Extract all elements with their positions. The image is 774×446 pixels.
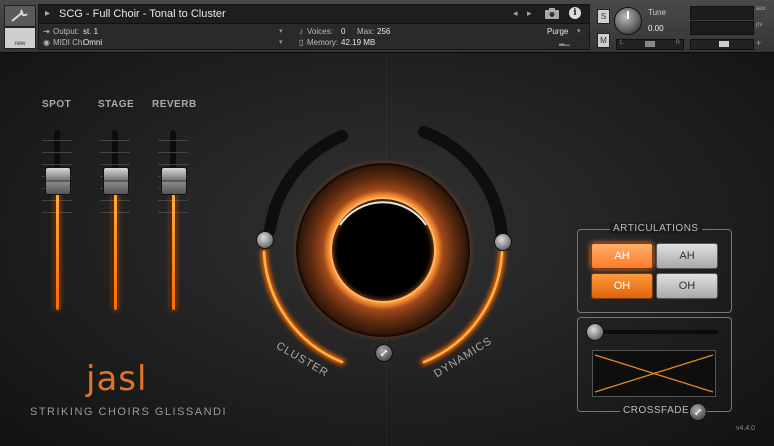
new-instrument-button[interactable]: new: [4, 27, 36, 49]
spot-label: SPOT: [42, 99, 72, 110]
memory-value: 42.19 MB: [341, 38, 376, 47]
crossfade-curve: [594, 354, 714, 393]
aux-label[interactable]: aux: [756, 6, 766, 12]
camera-icon[interactable]: [545, 8, 559, 19]
output-dropdown-icon[interactable]: ▾: [279, 27, 283, 35]
jasl-logo: jasl: [86, 359, 148, 399]
wrench-icon: [11, 9, 28, 22]
pan-slider[interactable]: L R: [616, 39, 684, 50]
midi-activity-icon: ▂▁: [559, 39, 570, 46]
cluster-dynamics-dial: [261, 126, 508, 365]
pan-left-label: L: [620, 40, 624, 46]
tune-value[interactable]: 0.00: [648, 24, 664, 33]
pv-label[interactable]: pv: [756, 22, 762, 28]
crossfade-slider-handle[interactable]: [586, 323, 604, 341]
fader-tick: [100, 140, 130, 141]
fader-fill: [56, 180, 59, 310]
max-label: Max:: [357, 27, 375, 36]
fader-tick: [100, 164, 130, 165]
output-label: Output:: [53, 27, 80, 36]
voices-label: Voices:: [307, 27, 333, 36]
next-instrument-icon[interactable]: ▸: [527, 8, 532, 19]
pan-right-label: R: [675, 40, 680, 46]
new-label: new: [14, 41, 26, 47]
fader-tick: [158, 140, 188, 141]
articulation-oh-2[interactable]: OH: [656, 273, 718, 299]
articulation-ah-2[interactable]: AH: [656, 243, 718, 269]
max-value[interactable]: 256: [377, 27, 390, 36]
midi-icon: ◉: [43, 38, 50, 47]
reverb-fader[interactable]: [158, 130, 188, 310]
volume-slider[interactable]: [690, 39, 754, 50]
midi-dropdown-icon[interactable]: ▾: [279, 38, 283, 46]
fader-fill: [114, 180, 117, 310]
midi-value[interactable]: Omni: [83, 38, 102, 47]
memory-label: Memory:: [307, 38, 339, 47]
collapse-caret-icon[interactable]: ▸: [45, 8, 50, 19]
crossfade-graph: [592, 350, 716, 397]
output-meter-right: [690, 21, 754, 35]
crossfade-link-icon[interactable]: [689, 403, 707, 421]
prev-instrument-icon[interactable]: ◂: [513, 8, 518, 19]
fader-tick: [100, 152, 130, 153]
info-icon[interactable]: i: [569, 7, 581, 19]
purge-button[interactable]: Purge: [547, 27, 568, 36]
voices-value: 0: [341, 27, 346, 36]
link-icon[interactable]: [375, 344, 393, 362]
articulation-oh-1[interactable]: OH: [591, 273, 653, 299]
dynamics-handle[interactable]: [494, 233, 512, 251]
midi-label: MIDI Ch:: [53, 38, 85, 47]
volume-handle[interactable]: [719, 41, 729, 47]
instrument-info-panel: ▸ SCG - Full Choir - Tonal to Cluster ◂ …: [38, 4, 590, 50]
pan-handle[interactable]: [645, 41, 655, 47]
output-value[interactable]: st. 1: [83, 27, 98, 36]
crossfade-title: CROSSFADE: [620, 405, 693, 416]
output-meter-left: [690, 6, 754, 20]
fader-handle[interactable]: [103, 167, 129, 195]
title-row: ▸ SCG - Full Choir - Tonal to Cluster ◂ …: [39, 5, 589, 24]
articulation-ah-1[interactable]: AH: [591, 243, 653, 269]
spot-fader[interactable]: [42, 130, 72, 310]
fader-fill: [172, 180, 175, 310]
fader-tick: [158, 152, 188, 153]
product-name: STRIKING CHOIRS GLISSANDI: [30, 406, 228, 418]
chain-link-icon: [694, 408, 702, 416]
stage-fader[interactable]: [100, 130, 130, 310]
instrument-header: new ▸ SCG - Full Choir - Tonal to Cluste…: [0, 0, 774, 53]
fader-tick: [42, 152, 72, 153]
fader-tick: [42, 164, 72, 165]
chain-link-icon: [380, 349, 388, 357]
articulations-panel: [577, 229, 732, 313]
instrument-options-button[interactable]: [4, 5, 36, 27]
version-label: v4.4.0: [736, 425, 756, 432]
articulations-title: ARTICULATIONS: [610, 223, 702, 234]
fader-tick: [158, 164, 188, 165]
purge-dropdown-icon[interactable]: ▾: [577, 27, 581, 35]
output-icon: ⇥: [43, 27, 50, 36]
fader-tick: [42, 140, 72, 141]
cluster-handle[interactable]: [256, 231, 274, 249]
solo-button[interactable]: S: [597, 9, 610, 24]
fader-handle[interactable]: [45, 167, 71, 195]
plus-icon[interactable]: +: [756, 38, 761, 48]
stage-label: STAGE: [98, 99, 135, 110]
reverb-label: REVERB: [152, 99, 197, 110]
fader-handle[interactable]: [161, 167, 187, 195]
tune-label: Tune: [648, 8, 666, 17]
mute-button[interactable]: M: [597, 33, 610, 48]
instrument-title[interactable]: SCG - Full Choir - Tonal to Cluster: [59, 8, 226, 20]
voices-icon: ♪: [299, 27, 303, 36]
memory-icon: ▯: [299, 38, 304, 47]
crossfade-slider-track[interactable]: [594, 330, 718, 334]
tune-knob[interactable]: [614, 7, 642, 35]
